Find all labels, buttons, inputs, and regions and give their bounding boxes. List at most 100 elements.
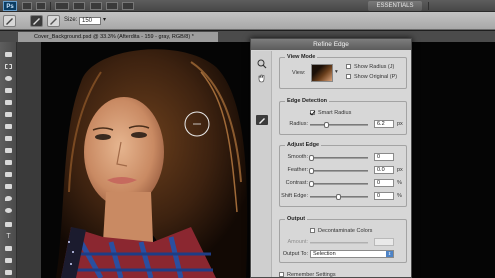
- view-extras-dropdown[interactable]: [90, 2, 102, 10]
- gradient-tool[interactable]: [3, 182, 14, 190]
- refine-radius-tool-icon[interactable]: [256, 115, 268, 125]
- smooth-slider[interactable]: [309, 155, 368, 161]
- brush-subtract-mode-button[interactable]: [47, 15, 60, 27]
- document-tabs: Cover_Background.psd @ 33.3% (Afterdita …: [0, 31, 495, 42]
- view-label: View:: [292, 70, 306, 76]
- zoom-level-dropdown[interactable]: [55, 2, 69, 10]
- show-original-checkbox[interactable]: [346, 74, 351, 79]
- shift-edge-slider-thumb[interactable]: [336, 194, 341, 200]
- view-mode-group: View Mode View: ▾ Show Radius (J) Show O…: [279, 54, 407, 89]
- arrange-documents-dropdown[interactable]: [106, 2, 118, 10]
- show-radius-label: Show Radius (J): [354, 64, 395, 70]
- shape-tool[interactable]: [3, 256, 14, 264]
- show-original-label: Show Original (P): [354, 74, 398, 80]
- amount-label: Amount:: [287, 239, 308, 245]
- document-tab[interactable]: Cover_Background.psd @ 33.3% (Afterdita …: [18, 32, 218, 42]
- brush-subtract-icon: [50, 18, 57, 25]
- move-tool[interactable]: [3, 50, 14, 58]
- feather-slider-thumb[interactable]: [309, 168, 314, 174]
- feather-input[interactable]: 0.0: [374, 166, 394, 174]
- contrast-slider[interactable]: [309, 181, 368, 187]
- view-mode-dropdown-arrow-icon[interactable]: ▾: [335, 69, 338, 75]
- output-heading: Output: [285, 216, 308, 222]
- document-tab-title: Cover_Background.psd @ 33.3% (Afterdita …: [34, 34, 194, 40]
- brush-add-mode-button[interactable]: [30, 15, 43, 27]
- brush-preset-icon: [6, 18, 13, 25]
- smooth-input[interactable]: 0: [374, 153, 394, 161]
- decontaminate-colors-label: Decontaminate Colors: [318, 228, 373, 234]
- pen-tool[interactable]: [3, 220, 14, 228]
- smart-radius-label: Smart Radius: [318, 110, 352, 116]
- output-to-label: Output To:: [282, 251, 308, 257]
- feather-label: Feather:: [287, 167, 308, 173]
- contrast-label: Contrast:: [285, 180, 308, 186]
- bridge-button[interactable]: [22, 2, 32, 10]
- radius-slider[interactable]: [310, 122, 368, 128]
- lasso-tool[interactable]: [3, 74, 14, 82]
- hand-tool[interactable]: [3, 268, 14, 276]
- smart-radius-checkbox[interactable]: [310, 110, 315, 115]
- hand-tool-button[interactable]: [73, 2, 85, 10]
- remember-settings-label: Remember Settings: [287, 272, 336, 278]
- output-group: Output Decontaminate Colors Amount: Outp…: [279, 216, 407, 263]
- amount-input: [374, 238, 394, 246]
- type-tool[interactable]: T: [3, 232, 14, 240]
- radius-slider-thumb[interactable]: [324, 122, 330, 128]
- view-mode-heading: View Mode: [285, 54, 318, 60]
- dialog-title: Refine Edge: [251, 39, 411, 50]
- smooth-slider-thumb[interactable]: [309, 155, 314, 161]
- refine-edge-dialog: Refine Edge View Mode View: ▾ Show Radiu…: [250, 38, 412, 278]
- crop-tool[interactable]: [3, 98, 14, 106]
- shift-edge-slider[interactable]: [310, 194, 368, 200]
- feather-unit: px: [397, 167, 403, 173]
- tools-panel: T: [0, 42, 17, 278]
- view-mode-thumbnail[interactable]: [311, 64, 333, 82]
- edge-detection-group: Edge Detection Smart Radius Radius: 6.2 …: [279, 98, 407, 135]
- eyedropper-tool[interactable]: [3, 110, 14, 118]
- mini-bridge-button[interactable]: [36, 2, 46, 10]
- radius-input[interactable]: 6.2: [374, 120, 394, 128]
- select-arrow-icon: ⇕: [386, 251, 393, 257]
- clone-stamp-tool[interactable]: [3, 146, 14, 154]
- dialog-tools: [252, 51, 272, 277]
- radius-label: Radius:: [289, 121, 308, 127]
- dodge-tool[interactable]: [3, 206, 14, 214]
- decontaminate-colors-checkbox[interactable]: [310, 228, 315, 233]
- marquee-tool[interactable]: [3, 62, 14, 70]
- shift-edge-label: Shift Edge:: [281, 193, 308, 199]
- shift-edge-unit: %: [397, 193, 402, 199]
- edge-detection-heading: Edge Detection: [285, 98, 330, 104]
- application-bar: Ps ESSENTIALS: [0, 0, 495, 12]
- amount-slider: [310, 242, 368, 244]
- shift-edge-input[interactable]: 0: [374, 192, 394, 200]
- output-to-value: Selection: [313, 251, 336, 257]
- screen-mode-dropdown[interactable]: [122, 2, 134, 10]
- options-bar: Size: 150 ▾: [0, 12, 495, 30]
- adjust-edge-group: Adjust Edge Smooth: 0 Feather: 0.0 px Co…: [279, 142, 407, 207]
- contrast-slider-thumb[interactable]: [309, 181, 314, 187]
- brush-add-icon: [33, 18, 40, 25]
- radius-unit: px: [397, 121, 403, 127]
- output-to-select[interactable]: Selection ⇕: [310, 250, 394, 258]
- hand-icon[interactable]: [256, 73, 268, 83]
- remember-settings-checkbox[interactable]: [279, 272, 284, 277]
- contrast-unit: %: [397, 180, 402, 186]
- workspace-switcher[interactable]: ESSENTIALS: [368, 1, 422, 11]
- size-dropdown-arrow-icon[interactable]: ▾: [103, 16, 106, 23]
- zoom-icon[interactable]: [256, 59, 268, 69]
- healing-brush-tool[interactable]: [3, 122, 14, 130]
- photoshop-logo: Ps: [3, 1, 17, 11]
- contrast-input[interactable]: 0: [374, 179, 394, 187]
- smooth-label: Smooth:: [287, 154, 308, 160]
- eraser-tool[interactable]: [3, 170, 14, 178]
- show-radius-checkbox[interactable]: [346, 64, 351, 69]
- path-selection-tool[interactable]: [3, 244, 14, 252]
- adjust-edge-heading: Adjust Edge: [285, 142, 322, 148]
- blur-tool[interactable]: [3, 194, 14, 202]
- brush-size-input[interactable]: 150: [79, 17, 101, 25]
- quick-selection-tool[interactable]: [3, 86, 14, 94]
- brush-tool[interactable]: [3, 134, 14, 142]
- tool-preset-picker[interactable]: [3, 15, 16, 27]
- history-brush-tool[interactable]: [3, 158, 14, 166]
- feather-slider[interactable]: [309, 168, 368, 174]
